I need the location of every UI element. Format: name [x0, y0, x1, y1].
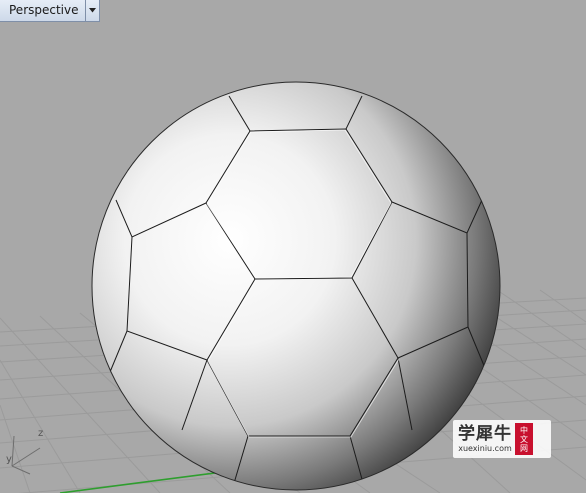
axis-label-y: y [6, 454, 12, 465]
watermark-seal: 中 文 网 [515, 423, 533, 455]
viewport-title-tab[interactable]: Perspective [0, 0, 100, 22]
viewport-menu-button[interactable] [84, 0, 99, 21]
watermark-url: xuexiniu.com [458, 443, 512, 453]
viewport-title[interactable]: Perspective [0, 0, 85, 21]
axis-label-z: z [38, 428, 44, 439]
seal-char-2: 文 [520, 434, 528, 444]
axis-widget: z y [4, 424, 54, 470]
seal-char-3: 网 [520, 443, 528, 453]
soccer-ball-model [91, 81, 501, 491]
watermark-text-block: 学犀牛 xuexiniu.com [453, 420, 515, 458]
watermark-main-text: 学犀牛 [458, 423, 512, 444]
perspective-viewport[interactable]: Perspective z y 学犀牛 xuexiniu.com 中 文 网 [0, 0, 586, 493]
site-watermark: 学犀牛 xuexiniu.com 中 文 网 [453, 420, 551, 458]
seal-char-1: 中 [520, 425, 528, 435]
caret-down-icon [88, 8, 96, 13]
